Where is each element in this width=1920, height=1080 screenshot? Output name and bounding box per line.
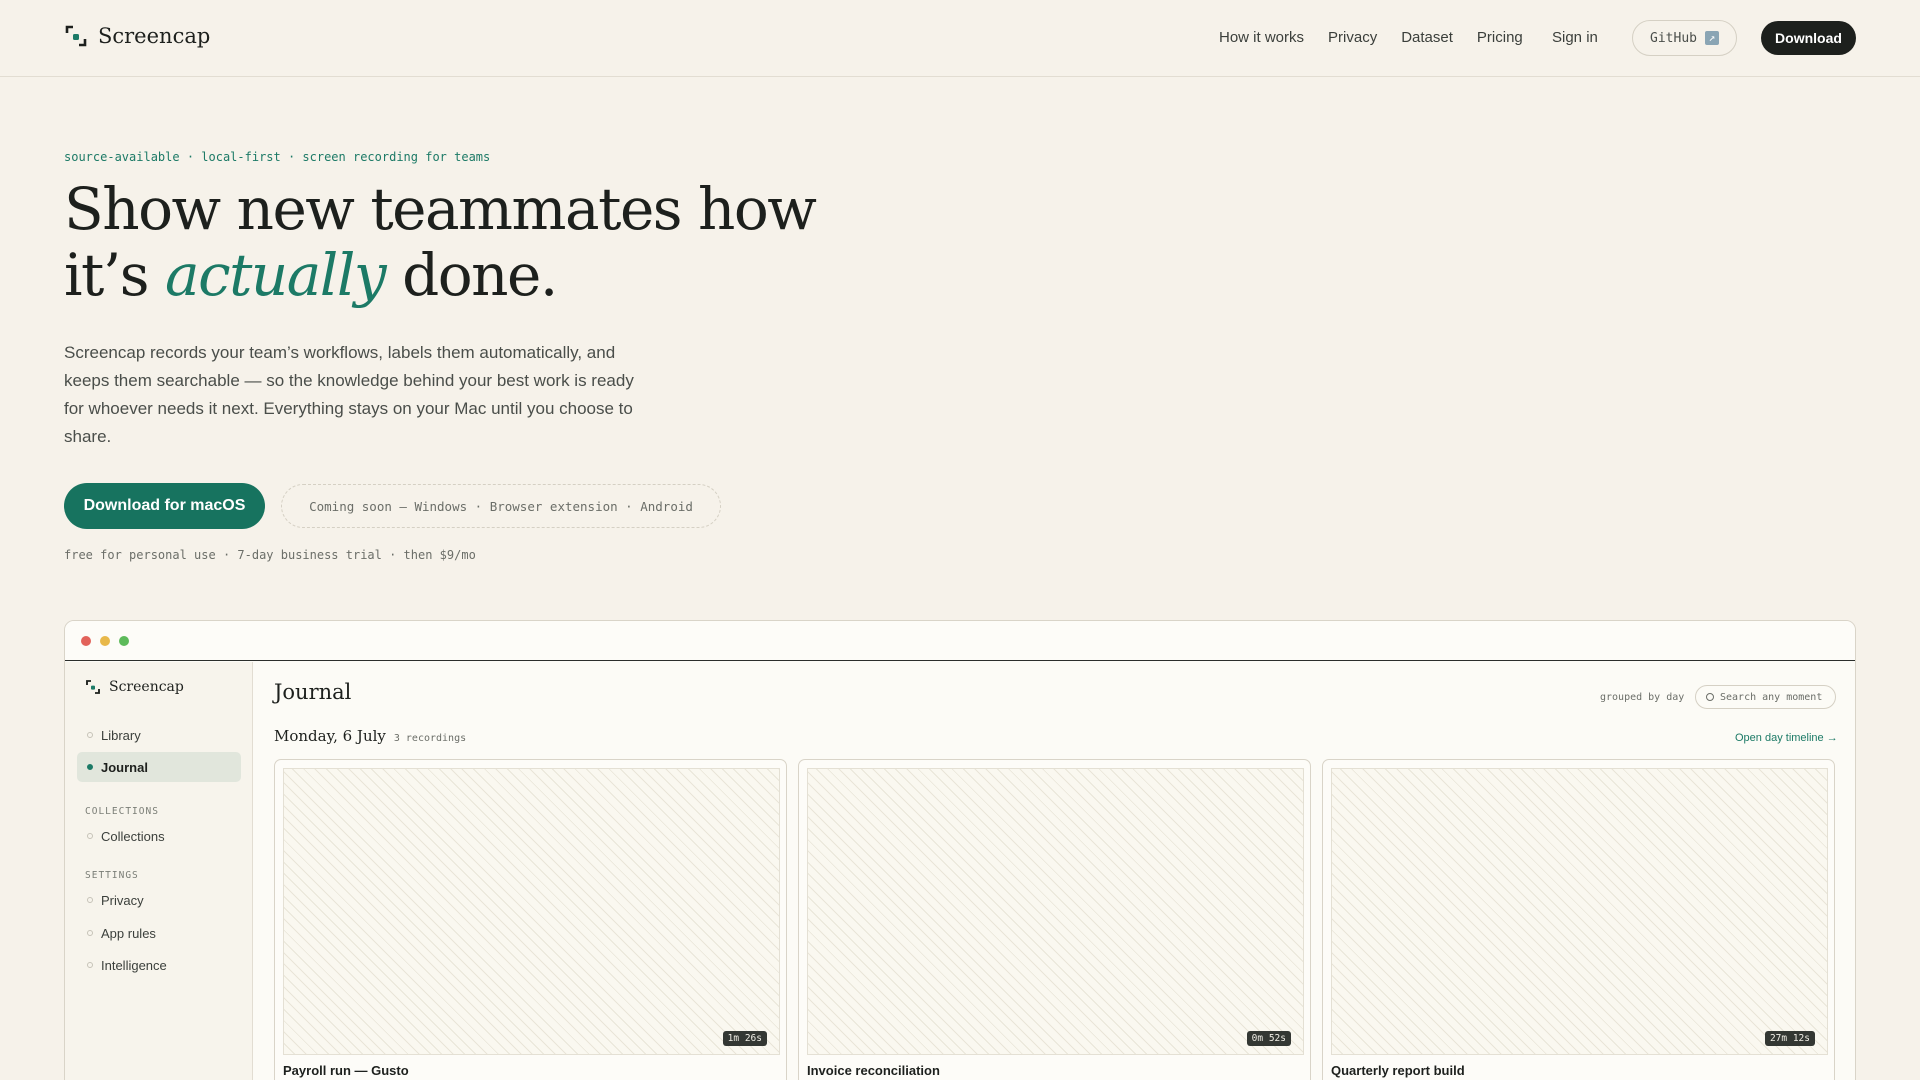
- bullet-icon: [87, 764, 93, 770]
- recording-count: 3 recordings: [393, 733, 467, 744]
- recording-title: Quarterly report build: [1331, 1063, 1465, 1078]
- recording-card[interactable]: 1m 26s Payroll run — Gusto: [274, 759, 787, 1080]
- bullet-icon: [87, 732, 93, 738]
- sidebar-item-label: Library: [101, 727, 141, 743]
- download-macos-button[interactable]: Download for macOS: [64, 483, 265, 529]
- minimize-window-icon[interactable]: [100, 636, 110, 646]
- nav-links: How it works Privacy Dataset Pricing: [1219, 29, 1547, 46]
- nav-link-pricing[interactable]: Pricing: [1477, 29, 1523, 46]
- sidebar-item-label: Collections: [101, 828, 165, 844]
- sidebar-brand: Screencap: [85, 679, 184, 695]
- nav-link-privacy[interactable]: Privacy: [1328, 29, 1377, 46]
- hero-eyebrow: source-available · local-first · screen …: [64, 150, 491, 164]
- duration-badge: 0m 52s: [1246, 1031, 1291, 1046]
- sidebar-item-journal[interactable]: Journal: [77, 752, 241, 782]
- hero-lede: Screencap records your team’s workflows,…: [64, 343, 634, 446]
- sidebar-item-app-rules[interactable]: App rules: [77, 918, 241, 948]
- headline-line-1: Show new teammates how: [64, 175, 817, 243]
- download-button[interactable]: Download: [1761, 21, 1856, 55]
- sidebar-item-label: Intelligence: [101, 957, 167, 973]
- app-preview-window: Screencap Library Journal COLLECTIONS Co…: [64, 620, 1856, 1080]
- sidebar-item-privacy[interactable]: Privacy: [77, 885, 241, 915]
- headline-emphasis: actually: [165, 241, 387, 309]
- sidebar-item-collections[interactable]: Collections: [77, 821, 241, 851]
- sign-in-link[interactable]: Sign in: [1552, 29, 1598, 46]
- close-window-icon[interactable]: [81, 636, 91, 646]
- app-sidebar: Screencap Library Journal COLLECTIONS Co…: [65, 662, 253, 1080]
- github-button[interactable]: GitHub ↗: [1632, 20, 1737, 56]
- recording-thumbnail[interactable]: 0m 52s: [807, 768, 1304, 1055]
- brand-name: Screencap: [98, 24, 211, 48]
- coming-soon-pill: Coming soon — Windows · Browser extensio…: [281, 484, 721, 528]
- sidebar-section-settings: SETTINGS: [85, 870, 139, 881]
- nav-link-dataset[interactable]: Dataset: [1401, 29, 1453, 46]
- bullet-icon: [87, 930, 93, 936]
- grouped-by-label[interactable]: grouped by day: [1600, 692, 1684, 703]
- brand-link[interactable]: Screencap: [64, 24, 210, 48]
- bullet-icon: [87, 833, 93, 839]
- day-header: Monday, 6 July 3 recordings: [274, 727, 466, 745]
- sidebar-item-library[interactable]: Library: [77, 720, 241, 750]
- journal-main: Journal grouped by day Search any moment…: [254, 662, 1855, 1080]
- search-icon: [1706, 693, 1714, 701]
- screencap-logo-icon: [85, 679, 101, 695]
- sidebar-item-label: Privacy: [101, 892, 144, 908]
- sidebar-item-intelligence[interactable]: Intelligence: [77, 950, 241, 980]
- sidebar-brand-name: Screencap: [109, 679, 184, 695]
- nav-link-how-it-works[interactable]: How it works: [1219, 29, 1304, 46]
- duration-badge: 1m 26s: [722, 1031, 767, 1046]
- open-day-timeline-link[interactable]: Open day timeline →: [1735, 732, 1838, 744]
- bullet-icon: [87, 897, 93, 903]
- window-titlebar: [65, 621, 1855, 661]
- recording-card[interactable]: 27m 12s Quarterly report build: [1322, 759, 1835, 1080]
- headline-prefix: it’s: [64, 241, 165, 309]
- recording-card[interactable]: 0m 52s Invoice reconciliation: [798, 759, 1311, 1080]
- pricing-fineprint: free for personal use · 7-day business t…: [64, 548, 476, 562]
- recording-title: Invoice reconciliation: [807, 1063, 940, 1078]
- recording-thumbnail[interactable]: 1m 26s: [283, 768, 780, 1055]
- day-label: Monday, 6 July: [274, 727, 386, 745]
- headline-suffix: done.: [385, 241, 558, 309]
- external-link-icon: ↗: [1704, 31, 1719, 45]
- page-title: Journal: [274, 680, 352, 704]
- github-label: GitHub: [1650, 30, 1697, 46]
- sidebar-item-label: App rules: [101, 925, 156, 941]
- screencap-logo-icon: [64, 24, 88, 48]
- bullet-icon: [87, 962, 93, 968]
- recording-thumbnail[interactable]: 27m 12s: [1331, 768, 1828, 1055]
- sidebar-section-collections: COLLECTIONS: [85, 806, 159, 817]
- search-input[interactable]: Search any moment: [1695, 685, 1836, 709]
- hero-headline: Show new teammates how it’s actually don…: [64, 176, 824, 308]
- recording-title: Payroll run — Gusto: [283, 1063, 409, 1078]
- duration-badge: 27m 12s: [1764, 1031, 1815, 1046]
- zoom-window-icon[interactable]: [119, 636, 129, 646]
- sidebar-item-label: Journal: [101, 759, 148, 775]
- search-placeholder: Search any moment: [1720, 691, 1823, 703]
- top-nav: Screencap How it works Privacy Dataset P…: [0, 0, 1920, 77]
